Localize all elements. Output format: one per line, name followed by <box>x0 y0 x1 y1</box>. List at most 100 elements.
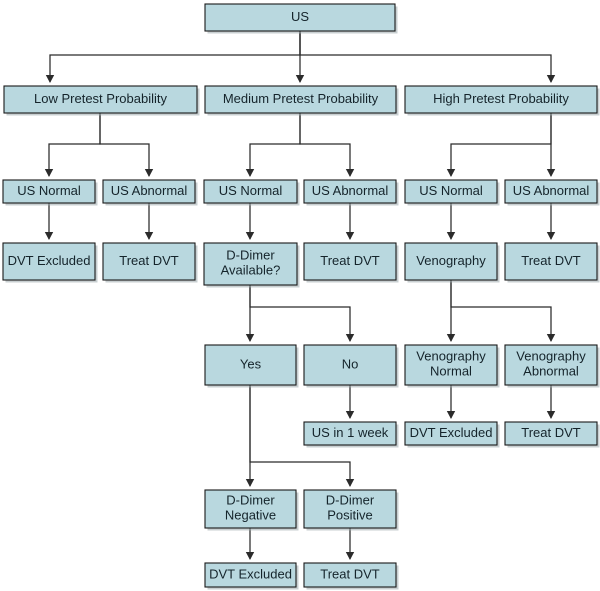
connector-high_pretest-to-high_us_normal <box>446 113 552 177</box>
node-high_us_normal[interactable]: US Normal <box>404 179 500 206</box>
node-final_treat_dvt[interactable]: Treat DVT <box>303 562 399 590</box>
node-venography_abnormal[interactable]: Venography Abnormal <box>504 344 600 388</box>
node-high_us_abnormal[interactable]: US Abnormal <box>504 179 600 206</box>
node-no[interactable]: No <box>303 344 399 388</box>
connector-low_pretest-to-low_us_abnormal <box>99 113 154 177</box>
connector-venography_normal-to-ven_dvt_excluded <box>446 385 456 419</box>
connector-low_us_normal-to-low_dvt_excluded <box>44 203 54 240</box>
node-box[interactable] <box>3 85 198 114</box>
node-box[interactable] <box>303 562 397 588</box>
node-box[interactable] <box>504 242 598 281</box>
node-low_us_normal[interactable]: US Normal <box>2 179 98 206</box>
node-box[interactable] <box>204 489 297 529</box>
node-box[interactable] <box>204 344 297 386</box>
node-box[interactable] <box>404 242 498 281</box>
node-box[interactable] <box>303 421 397 446</box>
node-box[interactable] <box>204 3 396 32</box>
node-high_treat_dvt[interactable]: Treat DVT <box>504 242 600 283</box>
node-box[interactable] <box>102 242 196 281</box>
connector-high_pretest-to-high_us_abnormal <box>546 113 556 177</box>
node-low_treat_dvt[interactable]: Treat DVT <box>102 242 198 283</box>
node-box[interactable] <box>504 344 598 386</box>
connector-line <box>450 113 552 176</box>
connector-high_us_normal-to-venography <box>446 203 456 240</box>
connector-medium_pretest-to-med_us_normal <box>245 113 301 177</box>
arrowhead-icon <box>345 479 355 487</box>
node-box[interactable] <box>404 421 498 446</box>
node-box[interactable] <box>204 562 297 588</box>
node-box[interactable] <box>204 85 397 114</box>
connector-line <box>249 113 301 176</box>
arrowhead-icon <box>245 232 255 240</box>
arrowhead-icon <box>295 75 305 83</box>
connector-venography_abnormal-to-ven_treat_dvt <box>546 385 556 419</box>
arrowhead-icon <box>345 411 355 419</box>
node-high_pretest[interactable]: High Pretest Probability <box>404 85 600 116</box>
arrowhead-icon <box>245 334 255 342</box>
connector-med_us_abnormal-to-med_treat_dvt <box>345 203 355 240</box>
connector-line <box>249 285 351 341</box>
node-venography_normal[interactable]: Venography Normal <box>404 344 500 388</box>
node-d_dimer_positive[interactable]: D-Dimer Positive <box>303 489 399 531</box>
connector-us_root-to-high_pretest <box>299 31 556 83</box>
node-med_treat_dvt[interactable]: Treat DVT <box>303 242 399 283</box>
node-ven_treat_dvt[interactable]: Treat DVT <box>504 421 600 448</box>
node-box[interactable] <box>2 242 96 281</box>
connector-d_dimer_available-to-no <box>249 285 355 342</box>
node-us_root[interactable]: US <box>204 3 398 34</box>
connector-venography-to-venography_abnormal <box>450 280 556 342</box>
connector-line <box>49 31 301 82</box>
arrowhead-icon <box>245 552 255 560</box>
arrowhead-icon <box>546 334 556 342</box>
node-d_dimer_available[interactable]: D-Dimer Available? <box>203 242 300 288</box>
node-box[interactable] <box>2 179 96 204</box>
node-med_us_abnormal[interactable]: US Abnormal <box>303 179 399 206</box>
node-box[interactable] <box>303 179 397 204</box>
arrowhead-icon <box>345 334 355 342</box>
arrowhead-icon <box>345 552 355 560</box>
node-low_pretest[interactable]: Low Pretest Probability <box>3 85 200 116</box>
node-us_in_1_week[interactable]: US in 1 week <box>303 421 399 448</box>
node-low_us_abnormal[interactable]: US Abnormal <box>102 179 198 206</box>
connector-us_root-to-low_pretest <box>45 31 301 83</box>
node-yes[interactable]: Yes <box>204 344 299 388</box>
node-box[interactable] <box>504 179 598 204</box>
node-box[interactable] <box>203 179 298 204</box>
node-box[interactable] <box>404 85 598 114</box>
arrowhead-icon <box>345 232 355 240</box>
flowchart-canvas: US Low Pretest Probability Medium Pretest … <box>0 0 600 591</box>
connector-d_dimer_positive-to-final_treat_dvt <box>345 528 355 560</box>
node-medium_pretest[interactable]: Medium Pretest Probability <box>204 85 399 116</box>
arrowhead-icon <box>546 169 556 177</box>
connector-line <box>299 31 552 82</box>
node-layer: US Low Pretest Probability Medium Pretest … <box>2 3 600 590</box>
node-box[interactable] <box>303 344 397 386</box>
node-low_dvt_excluded[interactable]: DVT Excluded <box>2 242 98 283</box>
node-box[interactable] <box>102 179 196 204</box>
connector-medium_pretest-to-med_us_abnormal <box>299 113 355 177</box>
arrowhead-icon <box>144 232 154 240</box>
arrowhead-icon <box>144 169 154 177</box>
node-ven_dvt_excluded[interactable]: DVT Excluded <box>404 421 500 448</box>
node-box[interactable] <box>504 421 598 446</box>
arrowhead-icon <box>44 232 54 240</box>
node-box[interactable] <box>303 489 397 529</box>
node-venography[interactable]: Venography <box>404 242 500 283</box>
node-box[interactable] <box>303 242 397 281</box>
arrowhead-icon <box>245 169 255 177</box>
arrowhead-icon <box>546 75 556 83</box>
connector-med_us_normal-to-d_dimer_available <box>245 203 255 240</box>
arrowhead-icon <box>446 334 456 342</box>
connector-no-to-us_in_1_week <box>345 385 355 419</box>
dvt-algorithm-flowchart: US Low Pretest Probability Medium Pretest … <box>2 3 600 590</box>
node-box[interactable] <box>404 344 498 386</box>
connector-d_dimer_negative-to-final_dvt_excluded <box>245 528 255 560</box>
connector-high_us_abnormal-to-high_treat_dvt <box>546 203 556 240</box>
arrowhead-icon <box>446 411 456 419</box>
node-d_dimer_negative[interactable]: D-Dimer Negative <box>204 489 299 531</box>
connector-low_pretest-to-low_us_normal <box>44 113 101 177</box>
node-med_us_normal[interactable]: US Normal <box>203 179 300 206</box>
node-box[interactable] <box>404 179 498 204</box>
node-box[interactable] <box>203 242 298 286</box>
node-final_dvt_excluded[interactable]: DVT Excluded <box>204 562 299 590</box>
